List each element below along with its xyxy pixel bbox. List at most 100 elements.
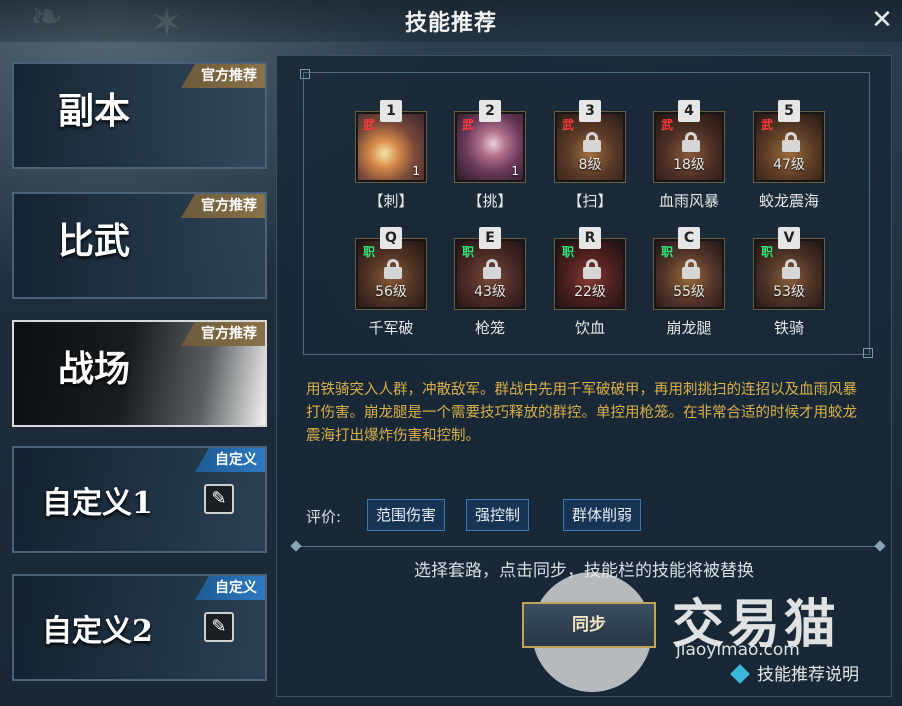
strategy-description: 用铁骑突入人群，冲散敌军。群战中先用千军破破甲，再用刺挑扫的连招以及血雨风暴打伤… (306, 382, 857, 444)
menu-card-label: 战场 (58, 348, 131, 390)
menu-card-battlefield[interactable]: 战场 官方推荐 (12, 320, 267, 427)
class-badge: 职 (461, 245, 474, 259)
lock-icon (781, 132, 801, 152)
skill-icon-dragon-sea: 武 47级 (753, 111, 825, 183)
skill-slot-c[interactable]: 职 55级 C 崩龙腿 (653, 227, 725, 338)
rating-tag-group-debuff: 群体削弱 (563, 499, 642, 531)
unlock-level: 22级 (574, 284, 606, 300)
pencil-icon: ✎ (211, 616, 227, 637)
martial-badge: 武 (362, 118, 375, 132)
skill-name: 千军破 (368, 319, 414, 337)
close-button[interactable]: ✕ (868, 6, 896, 34)
sync-button[interactable]: 同步 (522, 602, 656, 648)
skill-icon-sweep: 武 8级 (554, 111, 626, 183)
martial-badge: 武 (660, 118, 673, 132)
skill-name: 铁骑 (773, 319, 804, 337)
menu-card-dungeon[interactable]: 副本 官方推荐 (12, 62, 267, 169)
skill-icon-qianjunpo: 职 56级 (355, 238, 427, 310)
hotkey-badge: R (579, 227, 601, 249)
unlock-level: 47级 (773, 157, 805, 173)
menu-card-label: 自定义2 (42, 614, 153, 649)
skill-icon-thrust: 武 1 (355, 111, 427, 183)
lock-icon (681, 259, 701, 279)
class-badge: 职 (362, 245, 375, 259)
martial-badge: 武 (561, 118, 574, 132)
menu-card-label: 比武 (58, 220, 131, 262)
rating-tag-strong-control: 强控制 (466, 499, 530, 531)
skill-slot-3[interactable]: 武 8级 3 【扫】 (554, 100, 626, 211)
hotkey-badge: 4 (678, 100, 700, 122)
help-link-label: 技能推荐说明 (757, 665, 859, 685)
skill-name: 【挑】 (467, 192, 513, 210)
unlock-level: 55级 (673, 284, 705, 300)
hotkey-badge: 3 (579, 100, 601, 122)
martial-badge: 武 (760, 118, 773, 132)
skill-icon-tieqi: 职 53级 (753, 238, 825, 310)
watermark-url: jiaoyimao.com (676, 640, 800, 660)
menu-card-label: 副本 (58, 90, 131, 132)
lock-icon (482, 259, 502, 279)
official-recommend-tag: 官方推荐 (181, 194, 265, 218)
skill-name: 【刺】 (368, 192, 414, 210)
lock-icon (781, 259, 801, 279)
official-recommend-tag: 官方推荐 (181, 322, 265, 346)
diamond-icon (730, 664, 750, 684)
hotkey-badge: V (778, 227, 800, 249)
skill-slot-5[interactable]: 武 47级 5 蛟龙震海 (753, 100, 825, 211)
skill-name: 血雨风暴 (658, 192, 719, 210)
divider (296, 546, 880, 547)
close-icon: ✕ (871, 5, 893, 35)
skill-slot-v[interactable]: 职 53级 V 铁骑 (753, 227, 825, 338)
skill-icon-lift: 武 1 (454, 111, 526, 183)
skill-name: 蛟龙震海 (758, 192, 819, 210)
unlock-level: 8级 (578, 157, 602, 173)
custom-tag: 自定义 (195, 576, 265, 600)
skill-icon-benglongtui: 职 55级 (653, 238, 725, 310)
hotkey-badge: C (678, 227, 700, 249)
unlock-level: 56级 (375, 284, 407, 300)
skill-slot-4[interactable]: 武 18级 4 血雨风暴 (653, 100, 725, 211)
skill-count: 1 (412, 164, 420, 178)
edit-button[interactable]: ✎ (204, 612, 234, 642)
class-badge: 职 (660, 245, 673, 259)
menu-card-duel[interactable]: 比武 官方推荐 (12, 192, 267, 299)
skill-icon-qianglong: 职 43级 (454, 238, 526, 310)
menu-card-label: 自定义1 (42, 486, 153, 521)
lock-icon (582, 259, 602, 279)
skill-slot-r[interactable]: 职 22级 R 饮血 (554, 227, 626, 338)
unlock-level: 43级 (474, 284, 506, 300)
edit-button[interactable]: ✎ (204, 484, 234, 514)
page-title: 技能推荐 (404, 11, 497, 36)
hotkey-badge: Q (380, 227, 402, 249)
skill-count: 1 (511, 164, 519, 178)
lock-icon (681, 132, 701, 152)
rating-tag-aoe-damage: 范围伤害 (367, 499, 446, 531)
skill-name: 【扫】 (567, 192, 613, 210)
hotkey-badge: E (479, 227, 501, 249)
skill-slot-1[interactable]: 武 1 1 【刺】 (355, 100, 427, 211)
skill-name: 崩龙腿 (666, 319, 712, 337)
pencil-icon: ✎ (211, 488, 227, 509)
rating-label: 评价: (306, 508, 342, 526)
hotkey-badge: 1 (380, 100, 402, 122)
unlock-level: 53级 (773, 284, 805, 300)
skill-name: 饮血 (574, 319, 605, 337)
help-link[interactable]: 技能推荐说明 (730, 660, 859, 685)
custom-tag: 自定义 (195, 448, 265, 472)
official-recommend-tag: 官方推荐 (181, 64, 265, 88)
lock-icon (582, 132, 602, 152)
skill-slot-e[interactable]: 职 43级 E 枪笼 (454, 227, 526, 338)
skill-slot-q[interactable]: 职 56级 Q 千军破 (355, 227, 427, 338)
skill-name: 枪笼 (474, 319, 505, 337)
skill-icon-yinxue: 职 22级 (554, 238, 626, 310)
martial-badge: 武 (461, 118, 474, 132)
skill-icon-blood-storm: 武 18级 (653, 111, 725, 183)
hotkey-badge: 2 (479, 100, 501, 122)
unlock-level: 18级 (673, 157, 705, 173)
menu-card-custom-2[interactable]: 自定义2 自定义 ✎ (12, 574, 267, 681)
header-bar: 技能推荐 ✕ (0, 0, 902, 42)
class-badge: 职 (561, 245, 574, 259)
skill-slot-2[interactable]: 武 1 2 【挑】 (454, 100, 526, 211)
menu-card-custom-1[interactable]: 自定义1 自定义 ✎ (12, 446, 267, 553)
lock-icon (383, 259, 403, 279)
